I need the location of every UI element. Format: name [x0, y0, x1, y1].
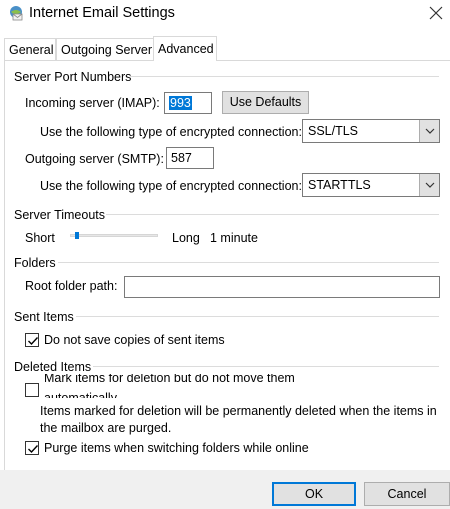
deletion-info-line1: Items marked for deletion will be perman…: [40, 404, 437, 418]
timeout-value: 1 minute: [210, 231, 258, 245]
encryption-label-outgoing: Use the following type of encrypted conn…: [40, 179, 302, 193]
section-server-timeouts: Server Timeouts: [14, 208, 106, 222]
incoming-encryption-value: SSL/TLS: [308, 124, 359, 138]
encryption-label-incoming: Use the following type of encrypted conn…: [40, 125, 302, 139]
section-divider: [106, 214, 439, 215]
close-icon[interactable]: [427, 4, 445, 22]
timeout-slider-thumb[interactable]: [75, 232, 79, 239]
checkmark-icon: [28, 337, 39, 346]
mark-for-deletion-checkbox[interactable]: [25, 383, 39, 397]
section-divider: [93, 366, 439, 367]
dont-save-sent-label: Do not save copies of sent items: [44, 333, 225, 347]
incoming-encryption-select[interactable]: SSL/TLS: [302, 119, 440, 143]
incoming-port-input[interactable]: 993: [164, 92, 212, 114]
use-defaults-button[interactable]: Use Defaults: [222, 91, 309, 114]
app-icon: [8, 5, 24, 21]
window-title: Internet Email Settings: [29, 5, 175, 21]
dont-save-sent-checkbox[interactable]: [25, 333, 39, 347]
deletion-info-line2: the mailbox are purged.: [40, 421, 172, 435]
outgoing-server-label: Outgoing server (SMTP):: [25, 152, 164, 166]
timeout-long-label: Long: [172, 231, 200, 245]
tab-advanced[interactable]: Advanced: [153, 36, 217, 61]
mark-for-deletion-label-line2: automatically: [44, 391, 117, 398]
root-folder-input[interactable]: [124, 276, 440, 298]
timeout-short-label: Short: [25, 231, 55, 245]
mark-for-deletion-label: Mark items for deletion but do not move …: [44, 374, 295, 386]
checkmark-icon: [28, 445, 39, 454]
tab-general[interactable]: General: [4, 38, 56, 60]
cancel-button[interactable]: Cancel: [364, 482, 450, 506]
incoming-port-value: 993: [169, 96, 192, 110]
purge-items-label: Purge items when switching folders while…: [44, 441, 309, 455]
ok-button[interactable]: OK: [272, 482, 356, 506]
root-folder-label: Root folder path:: [25, 279, 118, 293]
purge-items-checkbox[interactable]: [25, 441, 39, 455]
chevron-down-icon: [419, 174, 439, 196]
outgoing-encryption-select[interactable]: STARTTLS: [302, 173, 440, 197]
section-divider: [58, 262, 439, 263]
outgoing-encryption-value: STARTTLS: [308, 178, 371, 192]
section-divider: [76, 316, 439, 317]
timeout-slider[interactable]: [70, 234, 158, 237]
section-server-ports: Server Port Numbers: [14, 70, 132, 84]
chevron-down-icon: [419, 120, 439, 142]
section-sent-items: Sent Items: [14, 310, 74, 324]
incoming-server-label: Incoming server (IMAP):: [25, 96, 160, 110]
mark-for-deletion-label-line1: Mark items for deletion but do not move …: [44, 374, 295, 385]
mark-for-deletion-label-clipped: automatically: [44, 390, 117, 398]
tab-outgoing-server[interactable]: Outgoing Server: [56, 38, 154, 60]
section-divider: [130, 76, 439, 77]
section-folders: Folders: [14, 256, 56, 270]
section-deleted-items: Deleted Items: [14, 360, 92, 374]
outgoing-port-input[interactable]: 587: [166, 147, 214, 169]
